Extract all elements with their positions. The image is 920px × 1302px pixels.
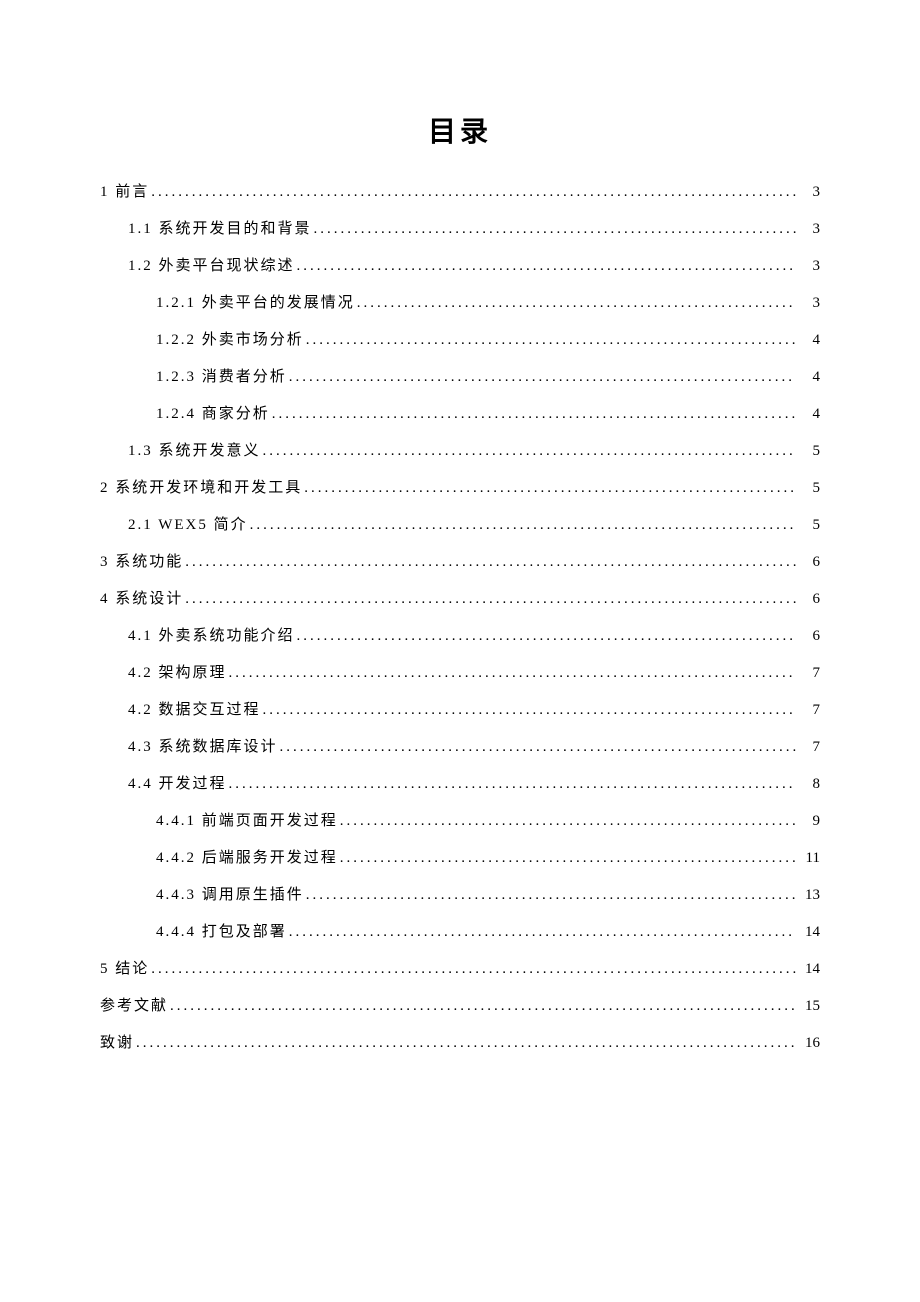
toc-entry-page: 6 xyxy=(798,591,820,608)
toc-entry-label: 1.1 系统开发目的和背景 xyxy=(128,217,312,238)
toc-entry: 1.2.4 商家分析..............................… xyxy=(100,402,820,423)
toc-leader-dots: ........................................… xyxy=(263,443,796,460)
toc-entry-page: 15 xyxy=(798,998,820,1015)
toc-entry-page: 8 xyxy=(798,776,820,793)
toc-title: 目录 xyxy=(100,110,820,150)
toc-entry-label: 4.4.1 前端页面开发过程 xyxy=(156,809,338,830)
toc-entry-page: 3 xyxy=(798,221,820,238)
toc-entry-label: 2 系统开发环境和开发工具 xyxy=(100,476,302,497)
toc-entry-page: 3 xyxy=(798,184,820,201)
toc-leader-dots: ........................................… xyxy=(151,184,796,201)
toc-entry: 4.3 系统数据库设计.............................… xyxy=(100,735,820,756)
toc-entry-label: 4 系统设计 xyxy=(100,587,183,608)
toc-entry-page: 11 xyxy=(798,850,820,867)
toc-entry-page: 6 xyxy=(798,554,820,571)
toc-entry-page: 7 xyxy=(798,702,820,719)
toc-entry: 2.1 WEX5 简介.............................… xyxy=(100,513,820,534)
toc-list: 1 前言....................................… xyxy=(100,180,820,1052)
toc-leader-dots: ........................................… xyxy=(357,295,796,312)
toc-entry-label: 5 结论 xyxy=(100,957,149,978)
toc-entry: 1.1 系统开发目的和背景...........................… xyxy=(100,217,820,238)
toc-leader-dots: ........................................… xyxy=(304,480,796,497)
toc-entry: 4.4 开发过程................................… xyxy=(100,772,820,793)
toc-entry: 1.2.2 外卖市场分析............................… xyxy=(100,328,820,349)
toc-entry: 5 结论....................................… xyxy=(100,957,820,978)
toc-leader-dots: ........................................… xyxy=(170,998,796,1015)
toc-entry: 4.4.1 前端页面开发过程..........................… xyxy=(100,809,820,830)
toc-entry-page: 4 xyxy=(798,406,820,423)
toc-entry-label: 3 系统功能 xyxy=(100,550,183,571)
toc-entry: 4.4.4 打包及部署.............................… xyxy=(100,920,820,941)
toc-leader-dots: ........................................… xyxy=(229,776,796,793)
toc-entry-page: 4 xyxy=(798,369,820,386)
toc-entry-label: 1.3 系统开发意义 xyxy=(128,439,261,460)
toc-entry: 4.2 数据交互过程..............................… xyxy=(100,698,820,719)
toc-entry: 1.3 系统开发意义..............................… xyxy=(100,439,820,460)
toc-entry-label: 2.1 WEX5 简介 xyxy=(128,513,248,534)
toc-entry: 4 系统设计..................................… xyxy=(100,587,820,608)
toc-leader-dots: ........................................… xyxy=(229,665,796,682)
toc-entry: 致谢......................................… xyxy=(100,1031,820,1052)
toc-entry-page: 7 xyxy=(798,665,820,682)
toc-leader-dots: ........................................… xyxy=(151,961,796,978)
toc-leader-dots: ........................................… xyxy=(272,406,796,423)
toc-entry: 4.2 架构原理................................… xyxy=(100,661,820,682)
toc-entry: 1.2 外卖平台现状综述............................… xyxy=(100,254,820,275)
toc-entry: 参考文献....................................… xyxy=(100,994,820,1015)
toc-entry: 1.2.1 外卖平台的发展情况.........................… xyxy=(100,291,820,312)
toc-entry-page: 7 xyxy=(798,739,820,756)
toc-entry-label: 4.4.4 打包及部署 xyxy=(156,920,287,941)
toc-leader-dots: ........................................… xyxy=(340,850,796,867)
toc-entry-page: 6 xyxy=(798,628,820,645)
toc-entry: 4.1 外卖系统功能介绍............................… xyxy=(100,624,820,645)
toc-entry-page: 3 xyxy=(798,295,820,312)
toc-entry-page: 5 xyxy=(798,480,820,497)
toc-entry-label: 参考文献 xyxy=(100,994,168,1015)
toc-entry-label: 4.4.2 后端服务开发过程 xyxy=(156,846,338,867)
toc-entry-page: 16 xyxy=(798,1035,820,1052)
toc-leader-dots: ........................................… xyxy=(250,517,796,534)
toc-entry-label: 1.2.3 消费者分析 xyxy=(156,365,287,386)
toc-entry-label: 1.2.1 外卖平台的发展情况 xyxy=(156,291,355,312)
toc-leader-dots: ........................................… xyxy=(289,369,796,386)
toc-entry-label: 4.3 系统数据库设计 xyxy=(128,735,278,756)
toc-leader-dots: ........................................… xyxy=(280,739,796,756)
toc-entry-label: 1 前言 xyxy=(100,180,149,201)
toc-leader-dots: ........................................… xyxy=(297,258,796,275)
toc-entry-page: 5 xyxy=(798,443,820,460)
toc-entry-page: 13 xyxy=(798,887,820,904)
toc-entry-label: 1.2.4 商家分析 xyxy=(156,402,270,423)
toc-entry: 1 前言....................................… xyxy=(100,180,820,201)
toc-entry-label: 4.1 外卖系统功能介绍 xyxy=(128,624,295,645)
toc-leader-dots: ........................................… xyxy=(263,702,796,719)
toc-entry-page: 14 xyxy=(798,961,820,978)
toc-entry-label: 4.4.3 调用原生插件 xyxy=(156,883,304,904)
toc-leader-dots: ........................................… xyxy=(185,591,796,608)
toc-entry-page: 14 xyxy=(798,924,820,941)
toc-leader-dots: ........................................… xyxy=(306,332,796,349)
toc-entry: 4.4.2 后端服务开发过程..........................… xyxy=(100,846,820,867)
toc-leader-dots: ........................................… xyxy=(289,924,796,941)
toc-entry: 3 系统功能..................................… xyxy=(100,550,820,571)
toc-entry-label: 4.4 开发过程 xyxy=(128,772,227,793)
toc-entry-page: 9 xyxy=(798,813,820,830)
toc-entry-page: 5 xyxy=(798,517,820,534)
toc-entry: 1.2.3 消费者分析.............................… xyxy=(100,365,820,386)
toc-leader-dots: ........................................… xyxy=(185,554,796,571)
toc-leader-dots: ........................................… xyxy=(306,887,796,904)
toc-leader-dots: ........................................… xyxy=(314,221,796,238)
toc-entry-label: 4.2 架构原理 xyxy=(128,661,227,682)
toc-entry-label: 1.2.2 外卖市场分析 xyxy=(156,328,304,349)
toc-entry-label: 4.2 数据交互过程 xyxy=(128,698,261,719)
toc-leader-dots: ........................................… xyxy=(340,813,796,830)
toc-leader-dots: ........................................… xyxy=(136,1035,796,1052)
toc-entry-label: 致谢 xyxy=(100,1031,134,1052)
toc-entry-label: 1.2 外卖平台现状综述 xyxy=(128,254,295,275)
toc-leader-dots: ........................................… xyxy=(297,628,796,645)
toc-entry-page: 3 xyxy=(798,258,820,275)
toc-entry: 4.4.3 调用原生插件............................… xyxy=(100,883,820,904)
toc-entry-page: 4 xyxy=(798,332,820,349)
toc-entry: 2 系统开发环境和开发工具...........................… xyxy=(100,476,820,497)
